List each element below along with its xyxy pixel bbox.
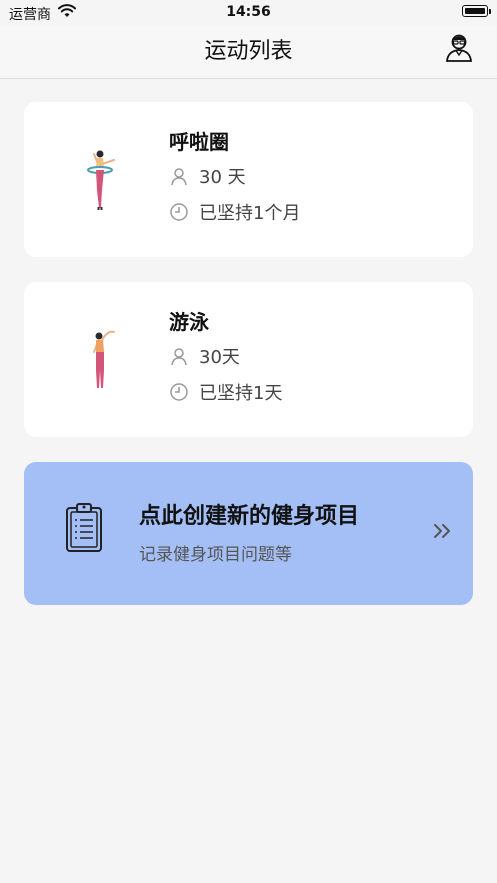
clipboard-icon [66,503,102,552]
status-time: 14:56 [226,4,271,20]
page-title: 运动列表 [204,39,293,64]
create-title: 点此创建新的健身项目 [139,504,360,529]
exercise-name: 呼啦圈 [169,130,229,154]
person-icon [171,348,187,366]
double-chevron-right-icon [434,524,450,538]
navigation-bar: 运动列表 [0,26,497,79]
clock-icon [170,383,188,401]
duration-row: 已坚持1个月 [169,200,300,224]
exercise-card[interactable]: 游泳 30天 已坚持1天 [24,282,473,437]
persisted-duration: 已坚持1个月 [199,203,301,224]
hula-hoop-figure-icon [87,150,115,210]
person-icon [171,168,187,186]
user-profile-icon[interactable] [443,31,475,63]
people-count: 30 天 [199,167,246,188]
battery-icon [462,5,491,17]
stretching-figure-icon [93,330,115,388]
exercise-card[interactable]: 呼啦圈 30 天 已坚持1个月 [24,102,473,257]
duration-row: 已坚持1天 [169,380,282,404]
create-exercise-button[interactable]: 点此创建新的健身项目 记录健身项目问题等 [24,462,473,605]
people-row: 30天 [169,344,240,368]
status-bar: 运营商 14:56 [0,0,497,26]
clock-icon [170,203,188,221]
create-subtitle: 记录健身项目问题等 [139,545,292,565]
persisted-duration: 已坚持1天 [199,383,283,404]
people-count: 30天 [199,347,240,368]
people-row: 30 天 [169,164,246,188]
exercise-name: 游泳 [169,310,209,334]
